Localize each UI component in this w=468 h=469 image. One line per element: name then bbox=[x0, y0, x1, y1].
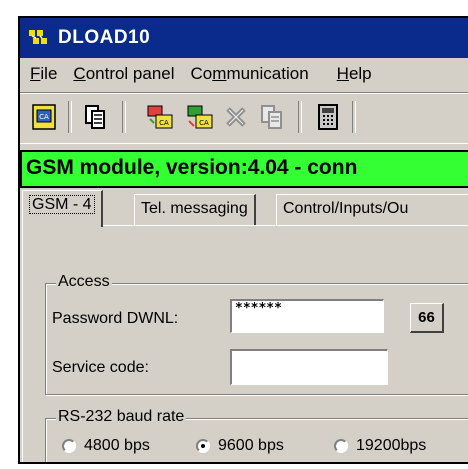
access-group: Access Password DWNL: ****** 66 Service … bbox=[45, 273, 468, 395]
toolbar-separator bbox=[352, 101, 356, 133]
menu-control-panel-label: ontrol panel bbox=[85, 64, 175, 83]
radio-dot bbox=[62, 439, 76, 453]
menu-communication[interactable]: Communication bbox=[191, 64, 309, 84]
service-code-label: Service code: bbox=[52, 359, 149, 376]
radio-dot bbox=[334, 439, 348, 453]
connect-modem-icon[interactable]: CA bbox=[146, 103, 174, 131]
tab-gsm-4[interactable]: GSM - 4 bbox=[22, 190, 103, 227]
calculator-icon[interactable] bbox=[314, 103, 342, 131]
service-code-field[interactable] bbox=[230, 349, 388, 385]
tab-control-inputs-label: Control/Inputs/Ou bbox=[283, 200, 409, 217]
disconnect-modem-icon[interactable]: CA bbox=[186, 103, 214, 131]
toolbar-separator bbox=[122, 101, 126, 133]
baud-19200-radio[interactable]: 19200bps bbox=[334, 437, 426, 455]
svg-text:CA: CA bbox=[39, 113, 49, 121]
svg-text:CA: CA bbox=[199, 119, 209, 127]
window-title: DLOAD10 bbox=[58, 27, 151, 48]
menu-help-label: elp bbox=[348, 64, 372, 83]
baud-19200-label: 19200bps bbox=[356, 437, 427, 454]
connection-status-bar: GSM module, version:4.04 - conn bbox=[20, 150, 468, 188]
title-bar[interactable]: DLOAD10 bbox=[20, 18, 468, 58]
menu-communication-pre: Co bbox=[190, 64, 213, 83]
password-field[interactable]: ****** bbox=[230, 299, 384, 333]
toolbar-separator bbox=[298, 101, 302, 133]
tab-gsm-4-label: GSM - 4 bbox=[29, 195, 95, 214]
toolbar-separator bbox=[68, 101, 72, 133]
binoculars-icon: 66 bbox=[418, 309, 435, 326]
baud-rate-legend: RS-232 baud rate bbox=[56, 408, 187, 426]
baud-4800-radio[interactable]: 4800 bps bbox=[62, 437, 150, 455]
tab-strip: GSM - 4 Tel. messaging Control/Inputs/Ou bbox=[20, 190, 468, 227]
paste-icon bbox=[261, 105, 282, 129]
menu-bar: File Control panel Communication Help bbox=[20, 58, 468, 90]
access-legend: Access bbox=[56, 273, 112, 291]
menu-file-label: ile bbox=[40, 64, 58, 83]
menu-file-accel: F bbox=[30, 64, 41, 83]
app-icon bbox=[29, 30, 47, 44]
baud-rate-group: RS-232 baud rate 4800 bps 9600 bps 19200… bbox=[45, 408, 468, 462]
menu-file[interactable]: File bbox=[30, 64, 57, 84]
cancel-icon bbox=[226, 107, 246, 127]
open-customer-icon[interactable]: CA bbox=[30, 103, 58, 131]
show-password-button[interactable]: 66 bbox=[410, 303, 444, 333]
menu-help-accel: H bbox=[336, 64, 349, 83]
baud-4800-label: 4800 bps bbox=[84, 437, 150, 454]
copy-icon[interactable] bbox=[82, 103, 110, 131]
app-window: DLOAD10 File Control panel Communication… bbox=[18, 16, 468, 464]
radio-dot-selected bbox=[196, 439, 210, 453]
tab-panel-gsm-4: Access Password DWNL: ****** 66 Service … bbox=[22, 225, 468, 462]
menu-control-panel-accel: C bbox=[73, 64, 86, 83]
menu-communication-label: munication bbox=[226, 64, 309, 83]
svg-text:CA: CA bbox=[159, 119, 169, 127]
baud-9600-label: 9600 bps bbox=[218, 437, 284, 454]
menu-control-panel[interactable]: Control panel bbox=[73, 64, 174, 84]
tab-tel-messaging-label: Tel. messaging bbox=[141, 200, 248, 217]
tab-tel-messaging[interactable]: Tel. messaging bbox=[134, 194, 256, 225]
menu-communication-accel: m bbox=[212, 64, 227, 83]
menu-help[interactable]: Help bbox=[337, 64, 372, 84]
toolbar: CA CA CA bbox=[20, 92, 468, 144]
baud-9600-radio[interactable]: 9600 bps bbox=[196, 437, 284, 455]
tab-control-inputs[interactable]: Control/Inputs/Ou bbox=[276, 194, 468, 225]
password-label: Password DWNL: bbox=[52, 310, 179, 327]
